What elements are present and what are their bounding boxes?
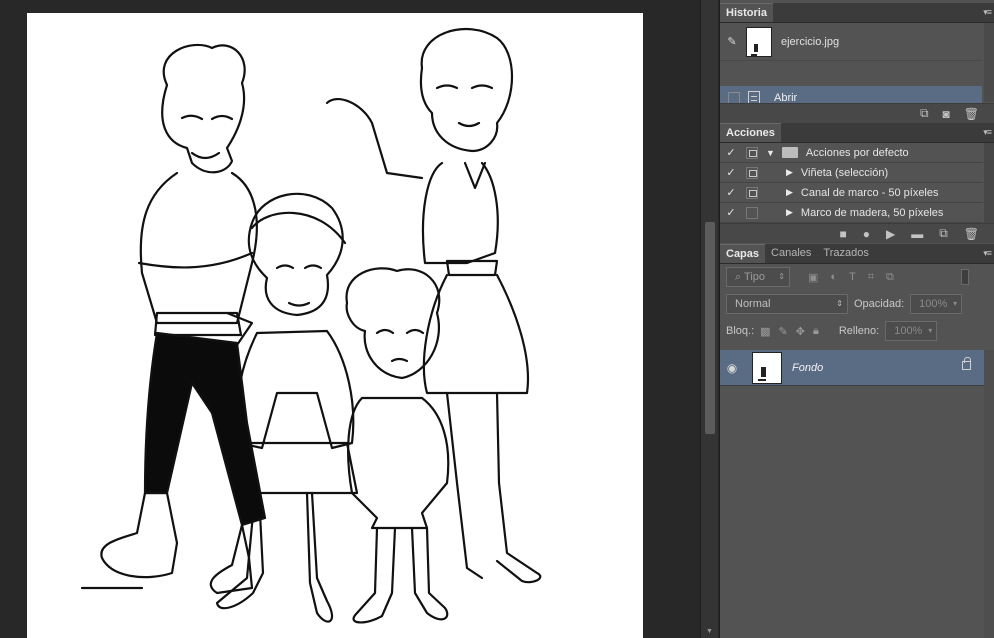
stop-icon[interactable]: ■	[839, 227, 846, 241]
fill-value: 100%	[894, 325, 923, 337]
camera-icon[interactable]: ◙	[943, 107, 950, 121]
action-label: Viñeta (selección)	[800, 166, 889, 179]
action-label: Acciones por defecto	[805, 146, 909, 159]
trash-icon[interactable]: 🗑	[964, 227, 979, 241]
new-action-icon[interactable]: ⧉	[939, 226, 948, 241]
filter-icons: ▣ ◐ T ⌗ ⧉	[808, 271, 894, 284]
opacity-value: 100%	[919, 298, 948, 310]
dialog-toggle-icon[interactable]	[746, 166, 758, 179]
tab-actions[interactable]: Acciones	[720, 123, 781, 142]
checkmark-icon[interactable]: ✓	[720, 186, 742, 199]
history-scrollbar[interactable]	[984, 23, 994, 102]
actions-panel: Acciones ▾≡ ✓ ▼ Acciones por defecto ✓ ▶…	[720, 123, 994, 245]
layers-tab-bar: Capas Canales Trazados ▾≡	[720, 244, 994, 264]
disclosure-expanded-icon[interactable]: ▼	[766, 148, 775, 158]
actions-scrollbar[interactable]	[984, 143, 994, 223]
panel-menu-icon[interactable]: ▾≡	[983, 127, 992, 138]
fill-input[interactable]: 100% ▾	[885, 321, 938, 341]
lock-all-icon[interactable]: 🔒︎	[813, 325, 819, 338]
chevron-down-icon: ▾	[953, 299, 958, 308]
opacity-input[interactable]: 100% ▾	[910, 294, 963, 314]
line-art-illustration	[80, 28, 542, 624]
dialog-toggle-icon[interactable]	[746, 146, 758, 159]
disclosure-collapsed-icon[interactable]: ▶	[786, 207, 793, 218]
search-icon: ⌕	[735, 271, 745, 283]
action-label: Marco de madera, 50 píxeles	[800, 206, 944, 219]
shape-filter-icon[interactable]: ⌗	[868, 271, 874, 284]
folder-icon	[781, 147, 798, 158]
blend-mode-value: Normal	[735, 298, 771, 310]
chevron-updown-icon: ⇕	[778, 272, 785, 281]
blend-mode-select[interactable]: Normal ⇕	[726, 294, 848, 314]
lock-label: Bloq.:	[726, 325, 755, 337]
play-icon[interactable]: ▶	[886, 227, 895, 241]
action-row[interactable]: ✓ ▶ Marco de madera, 50 píxeles	[720, 203, 983, 223]
checkmark-icon[interactable]: ✓	[720, 166, 742, 179]
workspace-vertical-scrollbar[interactable]: ▼	[700, 0, 718, 638]
layer-thumbnail	[752, 351, 782, 384]
opacity-label: Opacidad:	[854, 298, 905, 310]
action-set-row[interactable]: ✓ ▼ Acciones por defecto	[720, 143, 983, 163]
history-panel: Historia ▾≡ ✎ ejercicio.jpg Abrir ⧉ ◙ 🗑	[720, 3, 994, 123]
trash-icon[interactable]: 🗑	[964, 107, 979, 121]
checkmark-icon[interactable]: ✓	[720, 146, 742, 159]
lock-pixels-brush-icon[interactable]: ✎	[779, 325, 788, 338]
lock-fill-row: Bloq.: ▩ ✎ ✥ 🔒︎ Relleno: 100% ▾	[720, 318, 994, 344]
snapshot-name: ejercicio.jpg	[781, 35, 840, 48]
actions-tab-bar: Acciones ▾≡	[720, 123, 994, 143]
panel-menu-icon[interactable]: ▾≡	[983, 7, 992, 18]
history-brush-source-icon[interactable]: ✎	[720, 35, 744, 48]
panel-menu-icon[interactable]: ▾≡	[983, 248, 992, 259]
blend-opacity-row: Normal ⇕ Opacidad: 100% ▾	[720, 291, 994, 317]
history-list: ✎ ejercicio.jpg Abrir	[720, 23, 994, 110]
tab-channels[interactable]: Canales	[765, 244, 817, 263]
record-icon[interactable]: ●	[863, 227, 870, 241]
action-row[interactable]: ✓ ▶ Viñeta (selección)	[720, 163, 983, 183]
lock-position-move-icon[interactable]: ✥	[796, 325, 805, 338]
actions-footer: ■ ● ▶ ▬ ⧉ 🗑	[720, 223, 994, 243]
panels-dock: Historia ▾≡ ✎ ejercicio.jpg Abrir ⧉ ◙ 🗑	[719, 0, 994, 638]
history-footer: ⧉ ◙ 🗑	[720, 103, 994, 123]
action-label: Canal de marco - 50 píxeles	[800, 186, 939, 199]
checkmark-icon[interactable]: ✓	[720, 206, 742, 219]
layers-scrollbar[interactable]	[984, 350, 994, 638]
tab-layers[interactable]: Capas	[720, 244, 766, 263]
chevron-updown-icon: ⇕	[836, 299, 843, 308]
dialog-toggle-icon[interactable]	[746, 206, 758, 219]
document-workspace[interactable]	[0, 0, 700, 638]
history-tab-bar: Historia ▾≡	[720, 3, 994, 23]
dialog-toggle-icon[interactable]	[746, 186, 758, 199]
image-filter-icon[interactable]: ▣	[808, 271, 818, 284]
layer-filter-row: ⌕ Tipo ⇕ ▣ ◐ T ⌗ ⧉	[720, 264, 994, 290]
tab-paths[interactable]: Trazados	[817, 244, 874, 263]
history-snapshot[interactable]: ✎ ejercicio.jpg	[720, 23, 982, 61]
document-canvas[interactable]	[27, 13, 643, 638]
disclosure-collapsed-icon[interactable]: ▶	[786, 187, 793, 198]
filter-type-label: Tipo	[744, 271, 766, 283]
layers-panel: Capas Canales Trazados ▾≡ ⌕ Tipo ⇕ ▣ ◐ T…	[720, 244, 994, 638]
chevron-down-icon: ▾	[928, 326, 933, 335]
new-set-folder-icon[interactable]: ▬	[911, 227, 923, 241]
lock-icon	[962, 357, 971, 370]
scroll-down-arrow-icon[interactable]: ▼	[706, 628, 713, 635]
disclosure-collapsed-icon[interactable]: ▶	[786, 167, 793, 178]
visibility-eye-icon[interactable]: ◉	[720, 361, 744, 375]
scroll-thumb[interactable]	[705, 222, 715, 434]
smart-object-filter-icon[interactable]: ⧉	[886, 271, 894, 284]
snapshot-thumbnail	[746, 26, 772, 57]
new-document-from-state-icon[interactable]: ⧉	[920, 106, 929, 121]
type-filter-icon[interactable]: T	[849, 271, 856, 284]
adjustment-filter-icon[interactable]: ◐	[830, 271, 837, 284]
layer-filter-select[interactable]: ⌕ Tipo ⇕	[726, 267, 790, 287]
action-row[interactable]: ✓ ▶ Canal de marco - 50 píxeles	[720, 183, 983, 203]
lock-transparent-icon[interactable]: ▩	[760, 325, 770, 338]
layer-name: Fondo	[792, 361, 824, 374]
tab-history[interactable]: Historia	[720, 3, 773, 22]
filter-toggle-switch[interactable]	[961, 269, 969, 285]
fill-label: Relleno:	[838, 325, 880, 337]
layer-row[interactable]: ◉ Fondo	[720, 350, 985, 386]
